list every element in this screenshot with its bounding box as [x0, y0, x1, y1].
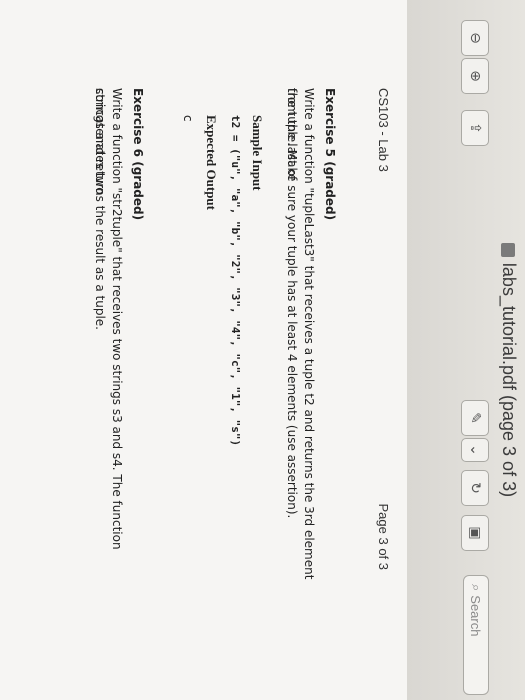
toolbar: labs_tutorial.pdf (page 3 of 3) ⊖ ⊕ ⇪ ✎ … — [406, 0, 525, 700]
sample-input-code: t2 = ("u", "a", "b", "2", "3", "4", "c",… — [229, 115, 242, 447]
exercise6-title: Exercise 6 (graded) — [131, 88, 145, 221]
pen-icon: ✎ — [467, 412, 483, 424]
exercise5-line2: the tuple. Make sure your tuple has at l… — [285, 88, 299, 519]
pdf-page: CS103 - Lab 3 Page 3 of 3 Exercise 5 (gr… — [0, 0, 407, 700]
zoom-out-button[interactable]: ⊖ — [461, 20, 489, 56]
zoom-out-icon: ⊖ — [467, 32, 483, 44]
rotate-icon: ↻ — [467, 482, 483, 494]
zoom-in-icon: ⊕ — [467, 70, 483, 82]
course-header: CS103 - Lab 3 — [376, 88, 391, 172]
expected-output-value: c — [181, 115, 195, 122]
sample-input-label: Sample Input — [250, 115, 265, 191]
exercise5-title: Exercise 5 (graded) — [323, 88, 337, 221]
rotated-viewer: labs_tutorial.pdf (page 3 of 3) ⊖ ⊕ ⇪ ✎ … — [0, 0, 525, 700]
search-icon: ⌕ — [469, 584, 484, 592]
share-button[interactable]: ⇪ — [461, 110, 489, 146]
pdf-icon — [500, 242, 515, 257]
search-field[interactable]: ⌕ Search — [463, 575, 489, 695]
page-number: Page 3 of 3 — [376, 503, 391, 571]
expected-output-label: Expected Output — [204, 115, 219, 210]
chevron-down-icon: ⌄ — [467, 444, 483, 456]
share-icon: ⇪ — [467, 122, 483, 134]
window-title: labs_tutorial.pdf (page 3 of 3) — [498, 220, 519, 520]
rotate-button[interactable]: ↻ — [461, 470, 489, 506]
search-placeholder: Search — [468, 595, 484, 637]
toolbox-icon: ▣ — [467, 526, 483, 540]
toolbox-button[interactable]: ▣ — [461, 515, 489, 551]
markup-menu-button[interactable]: ⌄ — [461, 438, 489, 462]
photo-stage: labs_tutorial.pdf (page 3 of 3) ⊖ ⊕ ⇪ ✎ … — [0, 0, 525, 700]
exercise6-line2: strings and returns the result as a tupl… — [93, 88, 107, 330]
markup-button[interactable]: ✎ — [461, 400, 489, 436]
zoom-in-button[interactable]: ⊕ — [461, 58, 489, 94]
